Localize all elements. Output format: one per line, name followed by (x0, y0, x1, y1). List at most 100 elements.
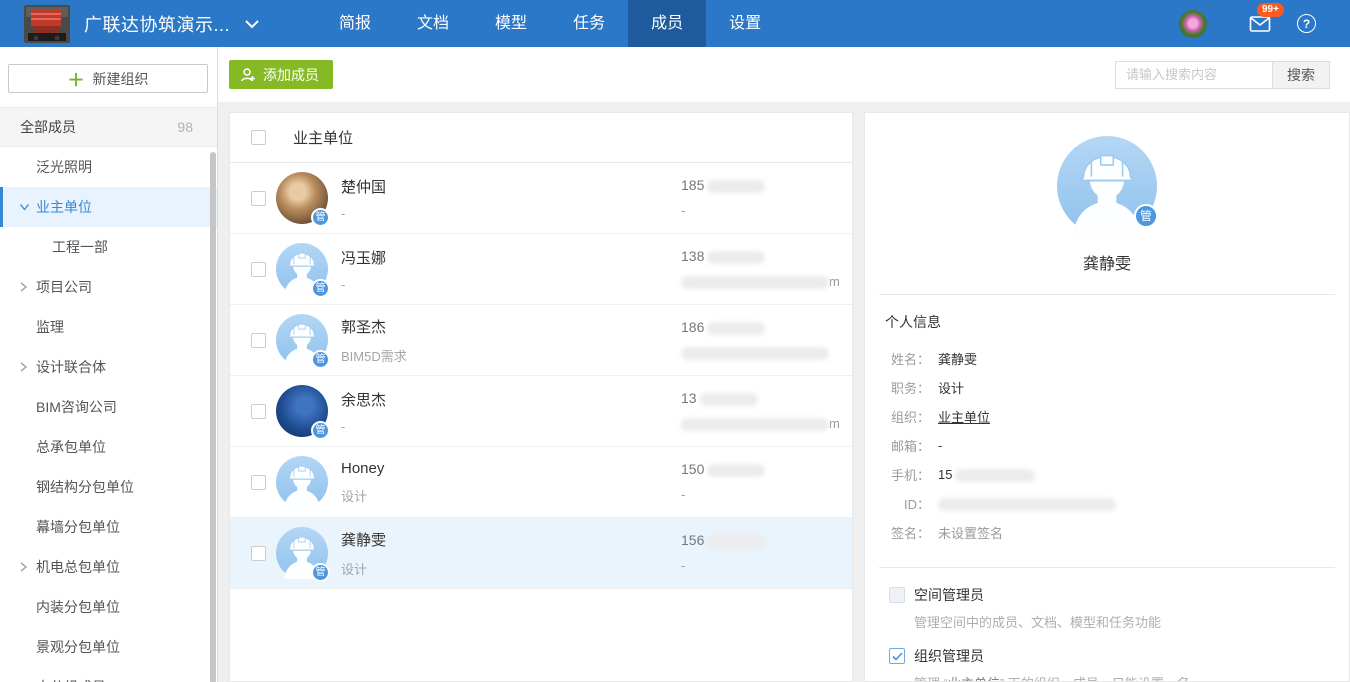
field-value: 15 (938, 467, 1035, 482)
sidebar-item[interactable]: 机电总包单位 (0, 547, 217, 587)
sidebar-item[interactable]: 未分组成员 (0, 667, 217, 682)
member-row[interactable]: 管楚仲国-185- (230, 163, 852, 234)
sidebar-item[interactable]: 景观分包单位 (0, 627, 217, 667)
tab-5[interactable]: 成员 (628, 0, 706, 47)
member-avatar: 管 (276, 527, 328, 579)
member-name: 郭圣杰 (341, 316, 407, 337)
member-checkbox[interactable] (251, 333, 266, 348)
member-row[interactable]: 管余思杰-13m (230, 376, 852, 447)
help-button[interactable]: ? (1297, 14, 1316, 33)
user-avatar[interactable] (1179, 10, 1207, 38)
member-contact: 13m (681, 390, 840, 431)
member-avatar (276, 456, 328, 508)
chevron-down-icon (19, 203, 30, 212)
sidebar-item[interactable]: 工程一部 (0, 227, 217, 267)
sidebar-item[interactable]: 监理 (0, 307, 217, 347)
sidebar-item-label: 业主单位 (36, 197, 92, 217)
person-add-icon (240, 67, 256, 83)
role-checkbox-checked[interactable] (889, 648, 905, 664)
member-email: m (681, 416, 840, 431)
member-role: BIM5D需求 (341, 346, 407, 365)
tab-6[interactable]: 设置 (706, 0, 784, 47)
project-switcher-chevron[interactable] (244, 19, 260, 29)
profile-avatar: 管 (1057, 136, 1157, 236)
field-value: 未设置签名 (938, 523, 1003, 542)
personal-info-title: 个人信息 (885, 312, 1325, 332)
member-row[interactable]: Honey设计150- (230, 447, 852, 518)
sidebar-item[interactable]: 幕墙分包单位 (0, 507, 217, 547)
field-label: ID： (885, 494, 930, 513)
tab-3[interactable]: 模型 (472, 0, 550, 47)
member-phone: 185 (681, 177, 765, 193)
new-organization-button[interactable]: ＋ 新建组织 (8, 64, 208, 93)
info-field: 签名：未设置签名 (885, 518, 1325, 547)
sidebar-item-label: 未分组成员 (36, 677, 106, 682)
sidebar-item-label: BIM咨询公司 (36, 397, 117, 417)
admin-badge: 管 (311, 208, 330, 227)
member-row[interactable]: 管郭圣杰BIM5D需求186 (230, 305, 852, 376)
search-button[interactable]: 搜索 (1272, 61, 1330, 89)
member-checkbox[interactable] (251, 475, 266, 490)
sidebar-item-label: 总承包单位 (36, 437, 106, 457)
search-input[interactable] (1115, 61, 1272, 89)
member-text: 龚静雯设计 (341, 529, 386, 578)
tab-2[interactable]: 文档 (394, 0, 472, 47)
topbar-right-cluster: 99+ ? (1179, 10, 1316, 38)
redacted-phone (707, 251, 765, 264)
member-list-header: 业主单位 (230, 113, 852, 163)
member-text: 楚仲国- (341, 176, 386, 221)
member-role: - (341, 206, 386, 221)
info-field: 姓名：龚静雯 (885, 344, 1325, 373)
sidebar-item[interactable]: 全部成员98 (0, 107, 217, 147)
sidebar-item[interactable]: 内装分包单位 (0, 587, 217, 627)
member-row[interactable]: 管冯玉娜-138m (230, 234, 852, 305)
member-name: 冯玉娜 (341, 247, 386, 268)
field-label: 职务： (885, 378, 930, 397)
redacted-email (681, 276, 829, 289)
sidebar-item[interactable]: 泛光照明 (0, 147, 217, 187)
sidebar-item[interactable]: 项目公司 (0, 267, 217, 307)
member-checkbox[interactable] (251, 404, 266, 419)
sidebar-item-label: 内装分包单位 (36, 597, 120, 617)
field-value: 设计 (938, 378, 964, 397)
select-all-checkbox[interactable] (251, 130, 266, 145)
member-detail-panel: 管 龚静雯 个人信息 姓名：龚静雯职务：设计组织：业主单位邮箱：-手机：15ID… (864, 112, 1350, 682)
check-icon (892, 652, 903, 661)
member-checkbox[interactable] (251, 191, 266, 206)
org-link[interactable]: 业主单位 (948, 676, 1000, 682)
plus-icon: ＋ (68, 66, 85, 91)
member-contact: 185- (681, 177, 765, 218)
sidebar-item[interactable]: 钢结构分包单位 (0, 467, 217, 507)
sidebar-item[interactable]: 业主单位 (0, 187, 217, 227)
info-field: 职务： 设计 (885, 373, 1325, 402)
member-checkbox[interactable] (251, 262, 266, 277)
member-toolbar: 添加成员 搜索 (218, 47, 1350, 102)
member-avatar: 管 (276, 385, 328, 437)
tab-1[interactable]: 简报 (316, 0, 394, 47)
redacted-email (681, 347, 829, 360)
redacted-email (681, 418, 829, 431)
question-mark-icon: ? (1303, 17, 1310, 31)
sidebar-item-label: 项目公司 (36, 277, 92, 297)
role-settings-section: 空间管理员管理空间中的成员、文档、模型和任务功能组织管理员管理 “业主单位” 下… (865, 568, 1349, 682)
member-avatar: 管 (276, 172, 328, 224)
member-name: 龚静雯 (341, 529, 386, 550)
chevron-right-icon (19, 282, 28, 293)
member-phone: 150 (681, 461, 765, 477)
sidebar-item[interactable]: BIM咨询公司 (0, 387, 217, 427)
sidebar-item-label: 钢结构分包单位 (36, 477, 134, 497)
member-contact: 138m (681, 248, 840, 289)
admin-badge: 管 (311, 421, 330, 440)
role-checkbox-unchecked[interactable] (889, 587, 905, 603)
add-member-button[interactable]: 添加成员 (229, 60, 333, 89)
sidebar-scrollbar[interactable] (210, 152, 216, 682)
main-nav-tabs: 简报文档模型任务成员设置 (316, 0, 784, 47)
member-row[interactable]: 管龚静雯设计156- (230, 518, 852, 589)
sidebar-item[interactable]: 设计联合体 (0, 347, 217, 387)
messages-button[interactable]: 99+ (1249, 13, 1271, 35)
tab-4[interactable]: 任务 (550, 0, 628, 47)
sidebar-item[interactable]: 总承包单位 (0, 427, 217, 467)
member-checkbox[interactable] (251, 546, 266, 561)
org-link[interactable]: 业主单位 (938, 407, 990, 426)
sidebar-item-label: 全部成员 (20, 117, 76, 137)
